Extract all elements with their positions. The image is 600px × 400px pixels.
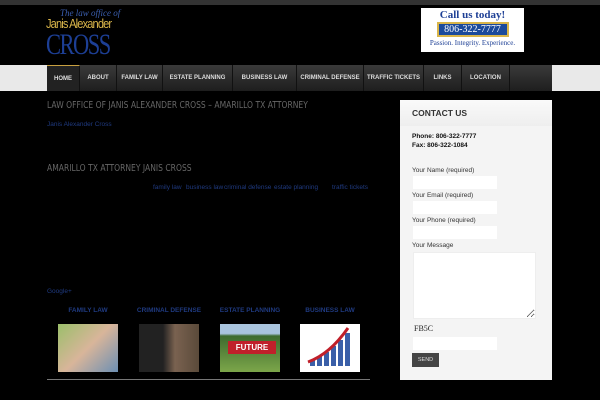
call-title: Call us today! <box>439 9 506 21</box>
captcha-input[interactable] <box>413 337 497 350</box>
contact-sidebar: CONTACT US Phone: 806-322-7777 Fax: 806-… <box>400 100 552 380</box>
name-input[interactable] <box>413 176 497 189</box>
tile-business-law[interactable]: BUSINESS LAW <box>290 307 370 372</box>
tile-estate-planning[interactable]: ESTATE PLANNING FUTURE <box>210 307 290 372</box>
phone-input[interactable] <box>413 226 497 239</box>
bar-growth-icon <box>307 327 350 366</box>
main-nav: HOME ABOUT FAMILY LAW ESTATE PLANNING BU… <box>47 65 552 91</box>
nav-estate-planning[interactable]: ESTATE PLANNING <box>163 65 233 91</box>
nav-business-law[interactable]: BUSINESS LAW <box>233 65 297 91</box>
top-bar <box>0 0 600 5</box>
call-tagline: Passion. Integrity. Experience. <box>429 39 516 47</box>
tile-title[interactable]: ESTATE PLANNING <box>210 307 290 314</box>
email-label: Your Email (required) <box>412 192 474 199</box>
nav-about[interactable]: ABOUT <box>80 65 117 91</box>
phone-label: Your Phone (required) <box>412 217 476 224</box>
future-sign-photo[interactable]: FUTURE <box>220 324 280 372</box>
email-input[interactable] <box>413 201 497 214</box>
page-title: LAW OFFICE OF JANIS ALEXANDER CROSS – AM… <box>47 100 308 111</box>
nav-home[interactable]: HOME <box>47 65 80 91</box>
site-logo[interactable]: The law office of Janis Alexander CROSS <box>46 8 126 64</box>
google-plus-link[interactable]: Google+ <box>47 288 72 295</box>
tile-title[interactable]: CRIMINAL DEFENSE <box>129 307 209 314</box>
nav-links[interactable]: LINKS <box>424 65 462 91</box>
nav-location[interactable]: LOCATION <box>462 65 510 91</box>
message-textarea[interactable] <box>413 252 536 319</box>
family-photo[interactable] <box>58 324 118 372</box>
tile-family-law[interactable]: FAMILY LAW <box>48 307 128 372</box>
tile-title[interactable]: FAMILY LAW <box>48 307 128 314</box>
contact-title: CONTACT US <box>400 100 552 126</box>
future-sign-text: FUTURE <box>228 341 276 354</box>
tag-family-law[interactable]: family law <box>153 184 182 191</box>
logo-line3: CROSS <box>46 28 111 61</box>
nav-band: HOME ABOUT FAMILY LAW ESTATE PLANNING BU… <box>0 65 600 91</box>
name-label: Your Name (required) <box>412 167 475 174</box>
captcha-image: FB5C <box>414 324 434 333</box>
nav-criminal-defense[interactable]: CRIMINAL DEFENSE <box>297 65 364 91</box>
contact-phone: Phone: 806-322-7777 <box>412 133 477 140</box>
divider <box>47 379 370 380</box>
nav-family-law[interactable]: FAMILY LAW <box>117 65 163 91</box>
section-title: AMARILLO TX ATTORNEY JANIS CROSS <box>47 163 192 174</box>
tag-criminal-defense[interactable]: criminal defense <box>224 184 271 191</box>
message-label: Your Message <box>412 242 454 249</box>
handcuffs-photo[interactable] <box>139 324 199 372</box>
tag-traffic-tickets[interactable]: traffic tickets <box>332 184 368 191</box>
nav-traffic-tickets[interactable]: TRAFFIC TICKETS <box>364 65 424 91</box>
author-link[interactable]: Janis Alexander Cross <box>47 121 112 128</box>
tag-business-law[interactable]: business law <box>186 184 223 191</box>
send-button[interactable]: SEND <box>412 353 439 367</box>
contact-fax: Fax: 806-322-1084 <box>412 142 468 149</box>
growth-chart-photo[interactable] <box>300 324 360 372</box>
tile-criminal-defense[interactable]: CRIMINAL DEFENSE <box>129 307 209 372</box>
tag-estate-planning[interactable]: estate planning <box>274 184 318 191</box>
call-us-banner: Call us today! 806-322-7777 Passion. Int… <box>421 8 524 52</box>
tile-title[interactable]: BUSINESS LAW <box>290 307 370 314</box>
call-phone: 806-322-7777 <box>436 22 509 37</box>
